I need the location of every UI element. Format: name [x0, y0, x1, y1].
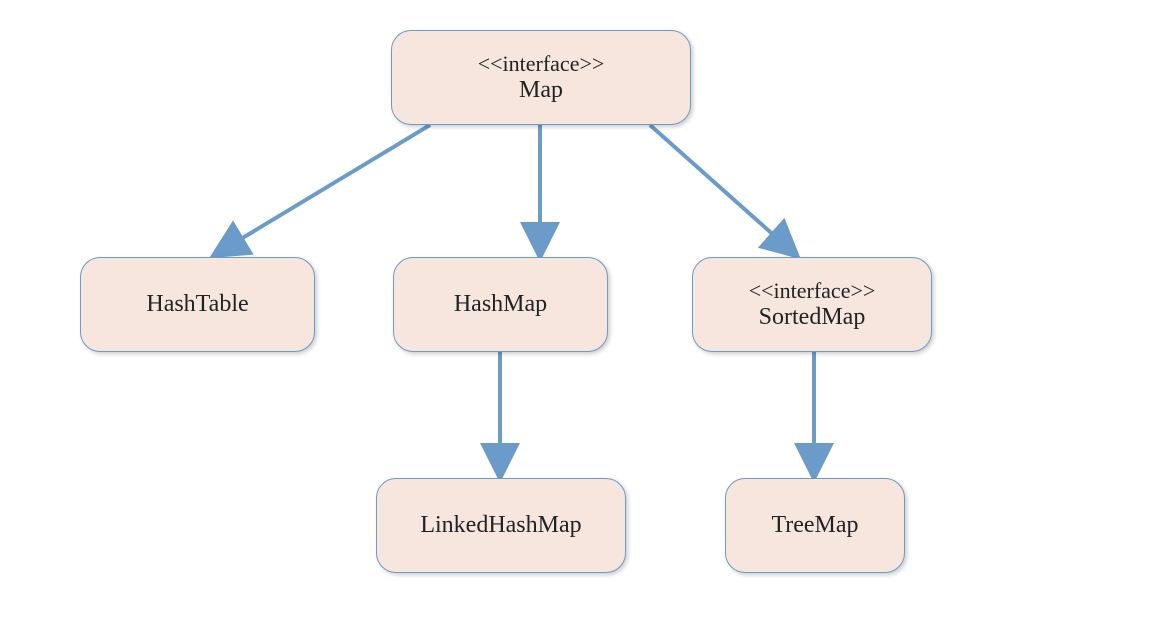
- map-interface-node: <<interface>> Map: [391, 30, 691, 125]
- hashmap-name: HashMap: [454, 291, 547, 318]
- hashtable-name: HashTable: [146, 291, 248, 318]
- sortedmap-stereotype: <<interface>>: [749, 278, 876, 304]
- sortedmap-interface-node: <<interface>> SortedMap: [692, 257, 932, 352]
- map-name: Map: [519, 77, 563, 104]
- treemap-node: TreeMap: [725, 478, 905, 573]
- hashtable-node: HashTable: [80, 257, 315, 352]
- arrow-map-to-sortedmap: [650, 125, 795, 254]
- treemap-name: TreeMap: [771, 512, 858, 539]
- hashmap-node: HashMap: [393, 257, 608, 352]
- sortedmap-name: SortedMap: [759, 304, 866, 331]
- map-stereotype: <<interface>>: [478, 51, 605, 77]
- linkedhashmap-node: LinkedHashMap: [376, 478, 626, 573]
- linkedhashmap-name: LinkedHashMap: [420, 512, 581, 539]
- arrow-map-to-hashtable: [216, 125, 430, 254]
